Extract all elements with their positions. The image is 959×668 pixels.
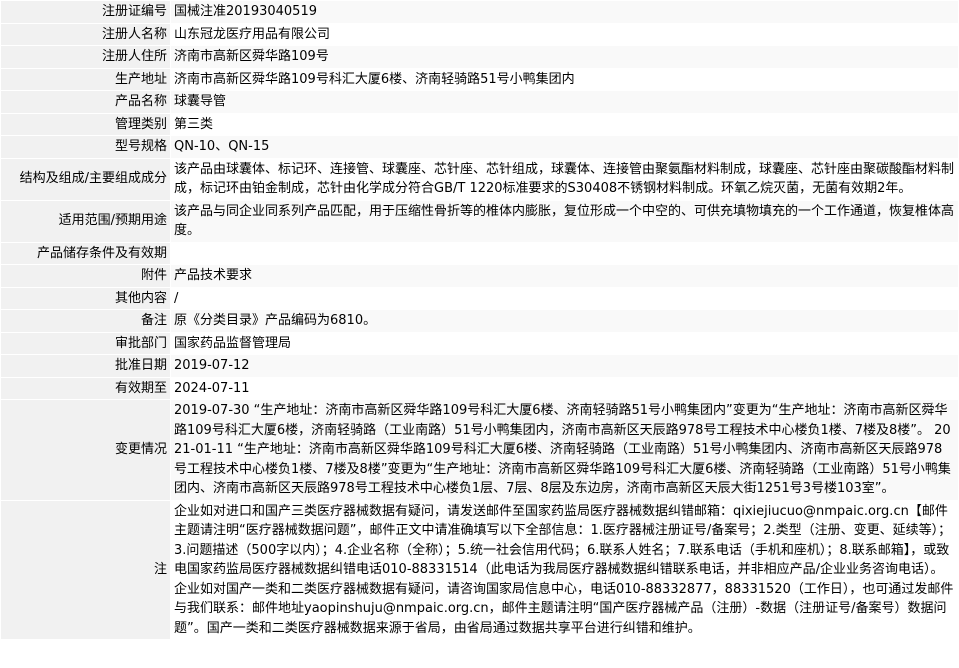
field-value: 济南市高新区舜华路109号 bbox=[171, 46, 958, 68]
detail-row: 其他内容 / bbox=[1, 287, 958, 309]
field-value: 国械注准20193040519 bbox=[171, 1, 958, 23]
detail-row: 备注 原《分类目录》产品编码为6810。 bbox=[1, 310, 958, 332]
field-label: 注 bbox=[1, 500, 170, 639]
field-label: 产品储存条件及有效期 bbox=[1, 242, 170, 264]
field-label: 注册人住所 bbox=[1, 46, 170, 68]
field-value: 第三类 bbox=[171, 113, 958, 135]
field-value: 国家药品监督管理局 bbox=[171, 332, 958, 354]
field-value: 原《分类目录》产品编码为6810。 bbox=[171, 310, 958, 332]
field-label: 生产地址 bbox=[1, 68, 170, 90]
detail-row: 注册人住所 济南市高新区舜华路109号 bbox=[1, 46, 958, 68]
field-value: 企业如对进口和国产三类医疗器械数据有疑问，请发送邮件至国家药监局医疗器械数据纠错… bbox=[171, 500, 958, 639]
registration-detail-table: 注册证编号 国械注准20193040519 注册人名称 山东冠龙医疗用品有限公司… bbox=[0, 0, 959, 640]
detail-row: 审批部门 国家药品监督管理局 bbox=[1, 332, 958, 354]
detail-row: 管理类别 第三类 bbox=[1, 113, 958, 135]
field-value: QN-10、QN-15 bbox=[171, 136, 958, 158]
field-value: 2019-07-12 bbox=[171, 355, 958, 377]
detail-row: 型号规格 QN-10、QN-15 bbox=[1, 136, 958, 158]
field-label: 产品名称 bbox=[1, 91, 170, 113]
field-value: 产品技术要求 bbox=[171, 265, 958, 287]
detail-row: 变更情况 2019-07-30 “生产地址：济南市高新区舜华路109号科汇大厦6… bbox=[1, 400, 958, 500]
detail-row: 注 企业如对进口和国产三类医疗器械数据有疑问，请发送邮件至国家药监局医疗器械数据… bbox=[1, 500, 958, 639]
field-value: 2019-07-30 “生产地址：济南市高新区舜华路109号科汇大厦6楼、济南轻… bbox=[171, 400, 958, 500]
detail-row: 注册人名称 山东冠龙医疗用品有限公司 bbox=[1, 23, 958, 45]
field-label: 备注 bbox=[1, 310, 170, 332]
field-value: 该产品与同企业同系列产品匹配，用于压缩性骨折等的椎体内膨胀，复位形成一个中空的、… bbox=[171, 200, 958, 242]
field-value: 球囊导管 bbox=[171, 91, 958, 113]
field-label: 变更情况 bbox=[1, 400, 170, 500]
field-label: 结构及组成/主要组成成分 bbox=[1, 158, 170, 200]
field-value: / bbox=[171, 287, 958, 309]
detail-row: 有效期至 2024-07-11 bbox=[1, 377, 958, 399]
field-label: 有效期至 bbox=[1, 377, 170, 399]
field-value: 该产品由球囊体、标记环、连接管、球囊座、芯针座、芯针组成，球囊体、连接管由聚氨酯… bbox=[171, 158, 958, 200]
field-label: 型号规格 bbox=[1, 136, 170, 158]
field-value: 山东冠龙医疗用品有限公司 bbox=[171, 23, 958, 45]
detail-row: 注册证编号 国械注准20193040519 bbox=[1, 1, 958, 23]
detail-row: 生产地址 济南市高新区舜华路109号科汇大厦6楼、济南轻骑路51号小鸭集团内 bbox=[1, 68, 958, 90]
field-value: 2024-07-11 bbox=[171, 377, 958, 399]
field-label: 审批部门 bbox=[1, 332, 170, 354]
detail-row: 适用范围/预期用途 该产品与同企业同系列产品匹配，用于压缩性骨折等的椎体内膨胀，… bbox=[1, 200, 958, 242]
detail-row: 产品名称 球囊导管 bbox=[1, 91, 958, 113]
field-label: 注册证编号 bbox=[1, 1, 170, 23]
field-label: 适用范围/预期用途 bbox=[1, 200, 170, 242]
field-value bbox=[171, 242, 958, 264]
detail-row: 批准日期 2019-07-12 bbox=[1, 355, 958, 377]
detail-row: 结构及组成/主要组成成分 该产品由球囊体、标记环、连接管、球囊座、芯针座、芯针组… bbox=[1, 158, 958, 200]
detail-row: 附件 产品技术要求 bbox=[1, 265, 958, 287]
field-label: 附件 bbox=[1, 265, 170, 287]
field-label: 注册人名称 bbox=[1, 23, 170, 45]
field-label: 批准日期 bbox=[1, 355, 170, 377]
field-label: 其他内容 bbox=[1, 287, 170, 309]
field-value: 济南市高新区舜华路109号科汇大厦6楼、济南轻骑路51号小鸭集团内 bbox=[171, 68, 958, 90]
field-label: 管理类别 bbox=[1, 113, 170, 135]
detail-row: 产品储存条件及有效期 bbox=[1, 242, 958, 264]
